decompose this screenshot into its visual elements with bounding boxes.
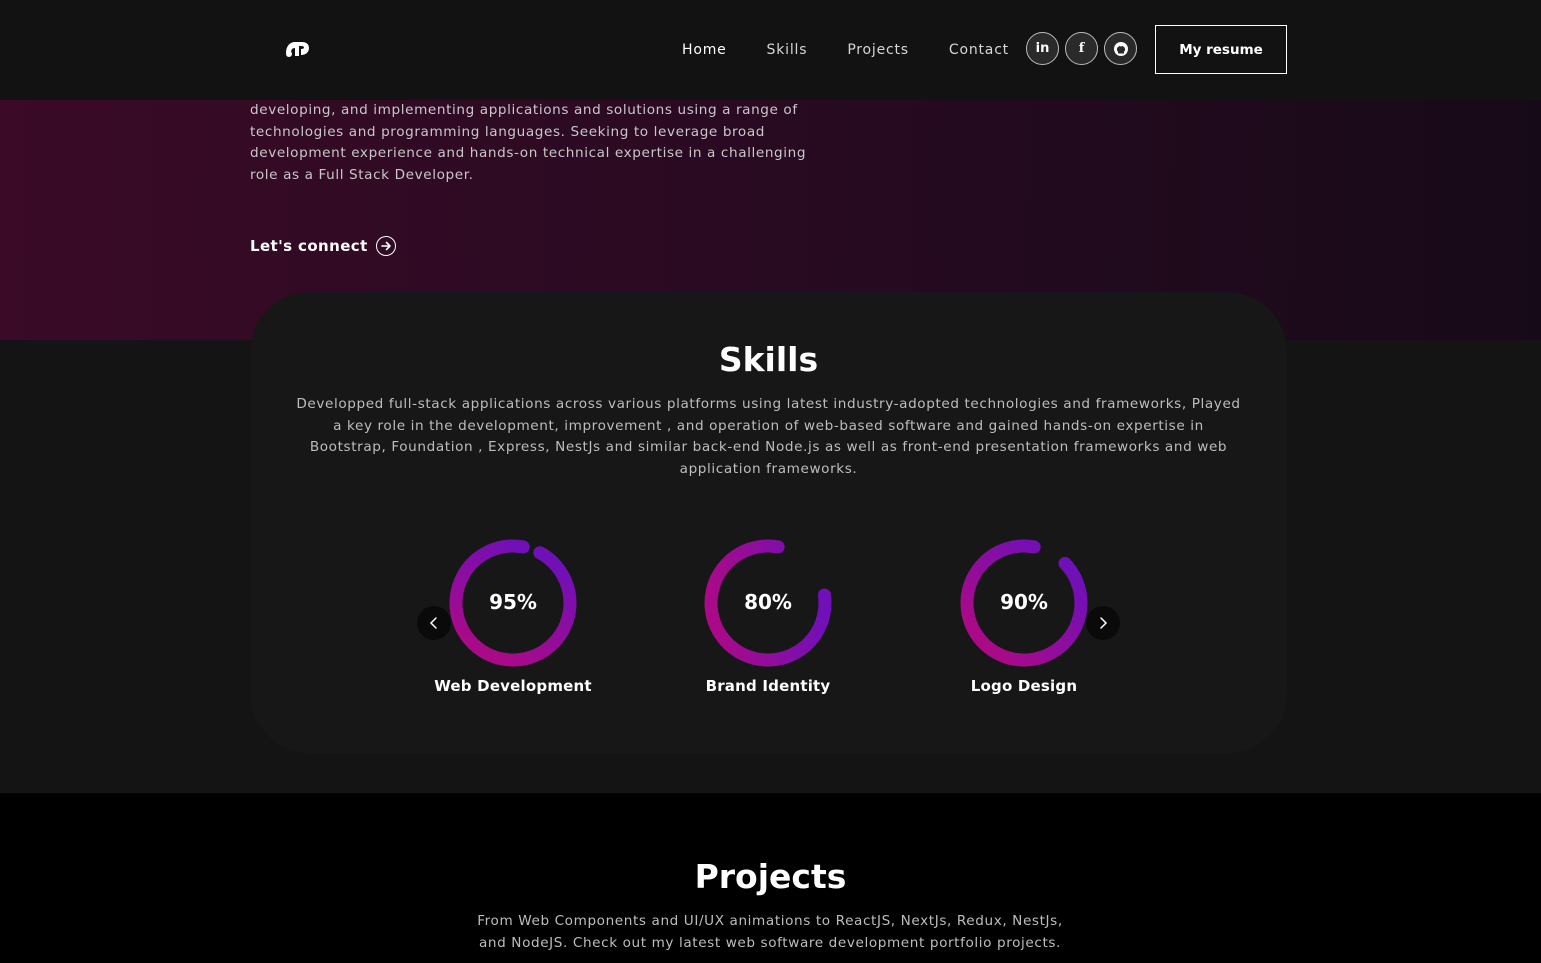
logo-icon[interactable]	[282, 37, 312, 61]
skill-name: Logo Design	[970, 677, 1078, 695]
skills-description: Developped full-stack applications acros…	[296, 396, 1241, 478]
skill-item: 95% Web Development	[413, 538, 613, 695]
facebook-glyph: f	[1078, 41, 1085, 56]
skill-name: Web Development	[434, 677, 592, 695]
navbar: Home Skills Projects Contact in f My res…	[0, 0, 1541, 100]
banner-text: developing, and implementing application…	[250, 102, 807, 184]
projects-title: Projects	[694, 857, 847, 896]
arrow-right-circle-icon	[375, 236, 396, 256]
nav-links: Home Skills Projects Contact	[682, 40, 1009, 60]
github-glyph	[1113, 41, 1128, 56]
skills-card: Skills Developped full-stack application…	[250, 292, 1287, 753]
carousel-next-button[interactable]	[1086, 606, 1120, 640]
skill-name: Brand Identity	[705, 677, 831, 695]
linkedin-icon[interactable]: in	[1026, 32, 1059, 65]
skill-percent: 95%	[489, 590, 537, 614]
nav-link-projects[interactable]: Projects	[847, 40, 909, 60]
social-links: in f	[1026, 32, 1137, 65]
github-icon[interactable]	[1104, 32, 1137, 65]
linkedin-glyph: in	[1035, 41, 1050, 56]
projects-description: From Web Components and UI/UX animations…	[477, 913, 1063, 951]
projects-section: Projects From Web Components and UI/UX a…	[0, 793, 1541, 963]
lets-connect-button[interactable]: Let's connect	[250, 236, 396, 256]
facebook-icon[interactable]: f	[1065, 32, 1098, 65]
skills-title: Skills	[718, 340, 819, 379]
lets-connect-label: Let's connect	[250, 237, 368, 255]
nav-link-skills[interactable]: Skills	[767, 40, 808, 60]
my-resume-button[interactable]: My resume	[1155, 25, 1287, 74]
skill-percent: 80%	[744, 590, 792, 614]
skill-item: 80% Brand Identity	[668, 538, 868, 695]
nav-link-contact[interactable]: Contact	[949, 40, 1009, 60]
nav-link-home[interactable]: Home	[682, 40, 727, 60]
chevron-right-icon	[1100, 617, 1108, 629]
